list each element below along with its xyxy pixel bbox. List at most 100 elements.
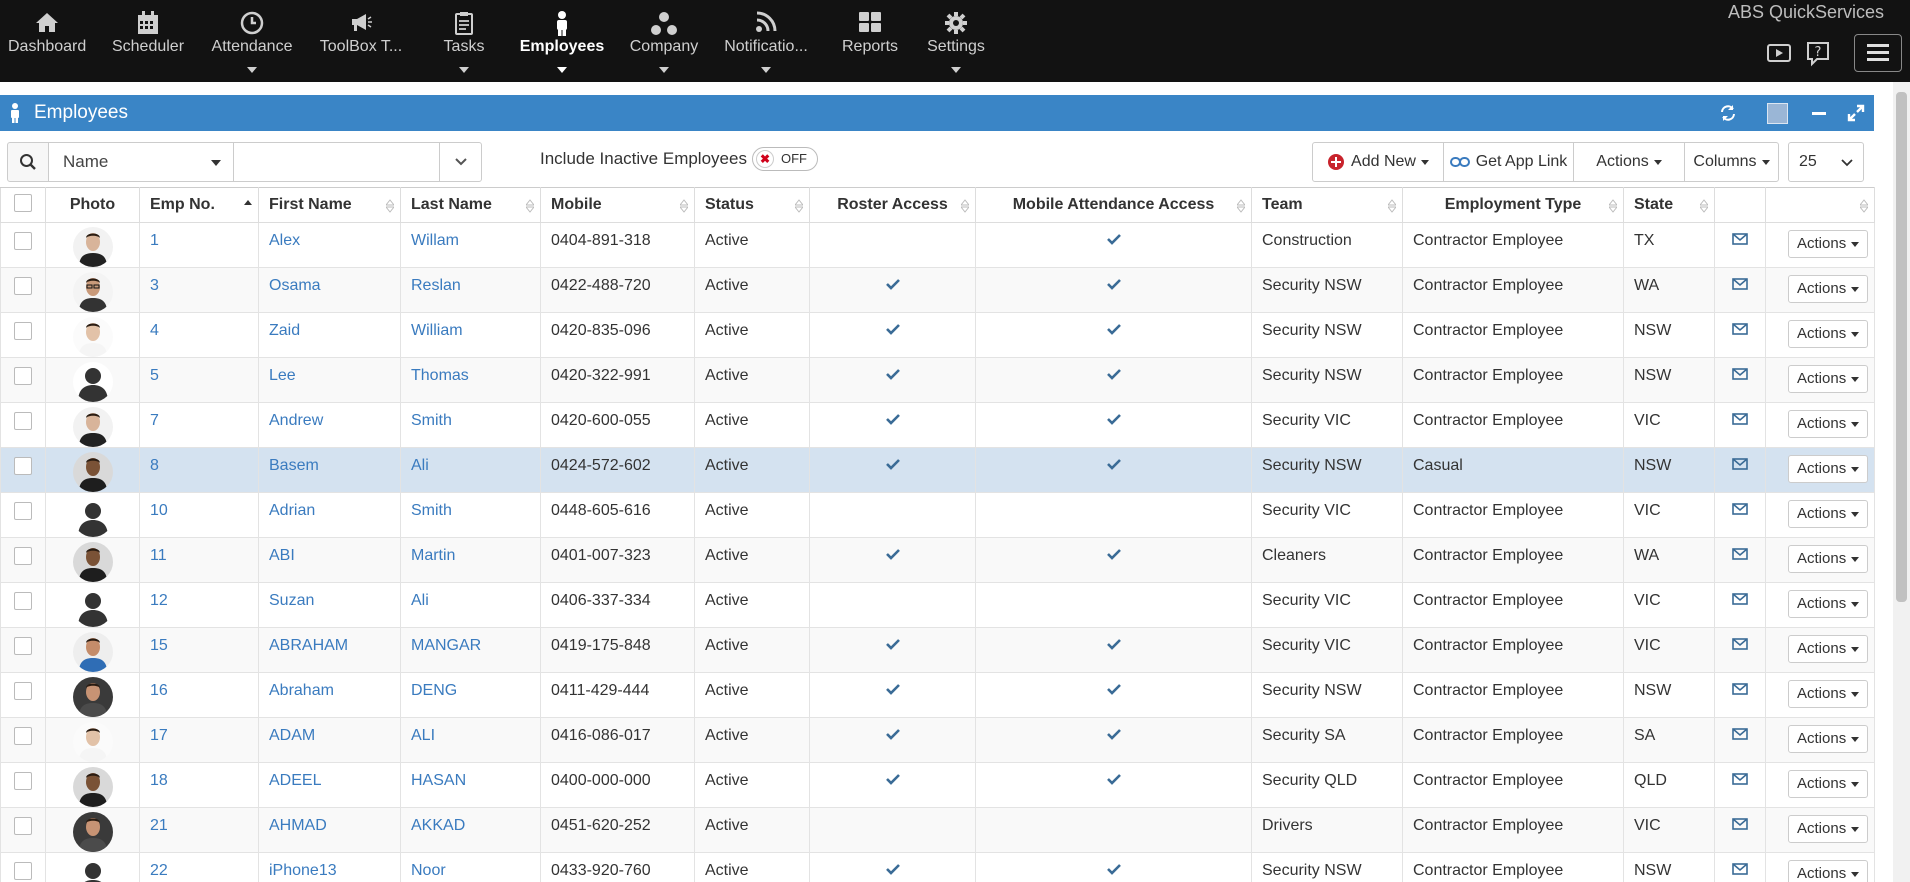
emp-no-cell[interactable]: 10 <box>139 492 259 538</box>
emp-no-cell[interactable]: 1 <box>139 222 259 268</box>
row-actions-button[interactable]: Actions <box>1788 815 1869 843</box>
row-select-cell[interactable] <box>0 762 46 808</box>
emp-no-cell[interactable]: 15 <box>139 627 259 673</box>
page-size-select[interactable]: 25 <box>1788 142 1864 182</box>
row-actions-button[interactable]: Actions <box>1788 455 1869 483</box>
search-input[interactable] <box>233 142 440 182</box>
row-checkbox[interactable] <box>14 727 32 745</box>
scrollbar-thumb[interactable] <box>1896 92 1907 602</box>
column-header-state[interactable]: State <box>1623 187 1715 223</box>
emp-no-link[interactable]: 11 <box>150 547 167 564</box>
row-checkbox[interactable] <box>14 547 32 565</box>
emp-no-link[interactable]: 21 <box>150 817 168 834</box>
table-row[interactable]: 3 Osama Reslan 0422-488-720 Active Security N… <box>0 267 1875 313</box>
last-name-link[interactable]: AKKAD <box>411 817 465 834</box>
first-name-link[interactable]: Adrian <box>269 502 315 519</box>
emp-no-link[interactable]: 22 <box>150 862 168 879</box>
envelope-icon[interactable] <box>1732 637 1748 654</box>
first-name-cell[interactable]: Adrian <box>258 492 401 538</box>
emp-no-cell[interactable]: 7 <box>139 402 259 448</box>
row-actions-button[interactable]: Actions <box>1788 320 1869 348</box>
emp-no-cell[interactable]: 4 <box>139 312 259 358</box>
envelope-icon[interactable] <box>1732 232 1748 249</box>
emp-no-link[interactable]: 8 <box>150 457 159 474</box>
last-name-cell[interactable]: DENG <box>400 672 541 718</box>
row-actions-button[interactable]: Actions <box>1788 545 1869 573</box>
emp-no-cell[interactable]: 22 <box>139 852 259 882</box>
emp-no-link[interactable]: 1 <box>150 232 159 249</box>
last-name-cell[interactable]: Martin <box>400 537 541 583</box>
first-name-link[interactable]: AHMAD <box>269 817 327 834</box>
emp-no-cell[interactable]: 11 <box>139 537 259 583</box>
column-header-mobile-attendance-access[interactable]: Mobile Attendance Access <box>975 187 1252 223</box>
last-name-cell[interactable]: Reslan <box>400 267 541 313</box>
column-header-employment-type[interactable]: Employment Type <box>1402 187 1624 223</box>
row-select-cell[interactable] <box>0 717 46 763</box>
add-new-button[interactable]: Add New <box>1312 142 1444 182</box>
table-row[interactable]: 4 Zaid William 0420-835-096 Active Security N… <box>0 312 1875 358</box>
last-name-link[interactable]: Smith <box>411 412 452 429</box>
row-checkbox[interactable] <box>14 232 32 250</box>
first-name-link[interactable]: Zaid <box>269 322 300 339</box>
emp-no-cell[interactable]: 8 <box>139 447 259 493</box>
row-checkbox[interactable] <box>14 817 32 835</box>
emp-no-link[interactable]: 16 <box>150 682 168 699</box>
last-name-cell[interactable]: Noor <box>400 852 541 882</box>
table-row[interactable]: 21 AHMAD AKKAD 0451-620-252 Active Drivers Con… <box>0 807 1875 853</box>
get-app-link-button[interactable]: Get App Link <box>1443 142 1574 182</box>
emp-no-link[interactable]: 3 <box>150 277 159 294</box>
row-checkbox[interactable] <box>14 322 32 340</box>
table-row[interactable]: 1 Alex Willam 0404-891-318 Active Constructio… <box>0 222 1875 268</box>
nav-item-attendance[interactable]: Attendance <box>208 0 296 82</box>
row-actions-button[interactable]: Actions <box>1788 860 1869 882</box>
row-select-cell[interactable] <box>0 402 46 448</box>
color-picker-icon[interactable] <box>1765 95 1789 131</box>
emp-no-cell[interactable]: 21 <box>139 807 259 853</box>
help-icon[interactable]: ? <box>1803 38 1833 68</box>
table-row[interactable]: 17 ADAM ALI 0416-086-017 Active Security SA Co… <box>0 717 1875 763</box>
table-row[interactable]: 5 Lee Thomas 0420-322-991 Active Security NSW… <box>0 357 1875 403</box>
vertical-scrollbar[interactable] <box>1893 82 1910 882</box>
last-name-link[interactable]: Martin <box>411 547 455 564</box>
row-actions-button[interactable]: Actions <box>1788 275 1869 303</box>
minimize-icon[interactable] <box>1807 95 1831 131</box>
last-name-cell[interactable]: William <box>400 312 541 358</box>
emp-no-cell[interactable]: 12 <box>139 582 259 628</box>
row-select-cell[interactable] <box>0 852 46 882</box>
row-select-cell[interactable] <box>0 492 46 538</box>
table-row[interactable]: 22 iPhone13 Noor 0433-920-760 Active Security… <box>0 852 1875 882</box>
emp-no-link[interactable]: 18 <box>150 772 168 789</box>
last-name-link[interactable]: DENG <box>411 682 457 699</box>
column-header-mobile[interactable]: Mobile <box>540 187 695 223</box>
hamburger-menu-button[interactable] <box>1854 34 1902 72</box>
row-select-cell[interactable] <box>0 672 46 718</box>
first-name-link[interactable]: Lee <box>269 367 296 384</box>
include-inactive-toggle[interactable]: ✖ OFF <box>752 147 818 171</box>
row-select-cell[interactable] <box>0 627 46 673</box>
envelope-icon[interactable] <box>1732 592 1748 609</box>
last-name-link[interactable]: Smith <box>411 502 452 519</box>
first-name-cell[interactable]: Alex <box>258 222 401 268</box>
first-name-cell[interactable]: ADEEL <box>258 762 401 808</box>
row-checkbox[interactable] <box>14 502 32 520</box>
last-name-cell[interactable]: Smith <box>400 402 541 448</box>
last-name-cell[interactable]: Ali <box>400 447 541 493</box>
first-name-link[interactable]: ADAM <box>269 727 315 744</box>
last-name-link[interactable]: HASAN <box>411 772 466 789</box>
envelope-icon[interactable] <box>1732 727 1748 744</box>
envelope-icon[interactable] <box>1732 682 1748 699</box>
column-header-first-name[interactable]: First Name <box>258 187 401 223</box>
row-select-cell[interactable] <box>0 807 46 853</box>
first-name-link[interactable]: Andrew <box>269 412 323 429</box>
row-select-cell[interactable] <box>0 267 46 313</box>
last-name-link[interactable]: Noor <box>411 862 446 879</box>
envelope-icon[interactable] <box>1732 322 1748 339</box>
last-name-link[interactable]: Willam <box>411 232 459 249</box>
envelope-icon[interactable] <box>1732 412 1748 429</box>
column-header-last-name[interactable]: Last Name <box>400 187 541 223</box>
table-row[interactable]: 7 Andrew Smith 0420-600-055 Active Security V… <box>0 402 1875 448</box>
row-select-cell[interactable] <box>0 537 46 583</box>
first-name-link[interactable]: Alex <box>269 232 300 249</box>
last-name-link[interactable]: William <box>411 322 463 339</box>
table-row[interactable]: 11 ABI Martin 0401-007-323 Active Cleaners Con… <box>0 537 1875 583</box>
